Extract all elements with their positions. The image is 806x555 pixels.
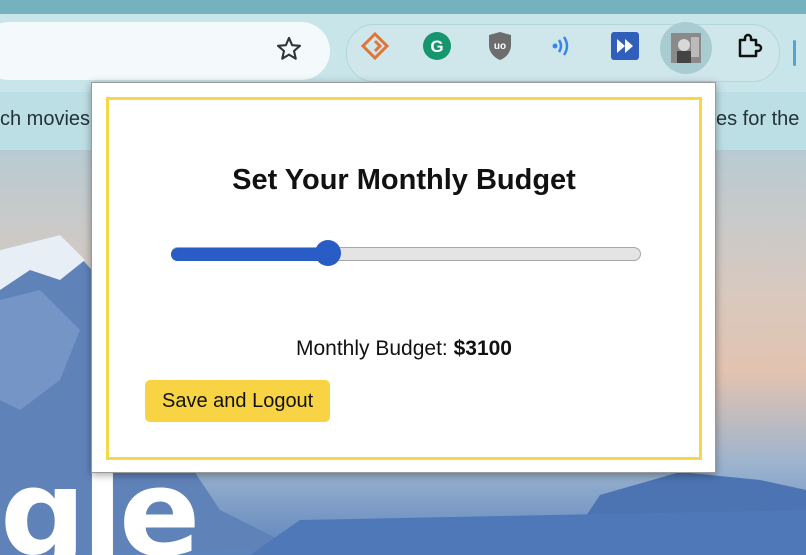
grammarly-icon[interactable]: G: [419, 28, 455, 64]
diamond-extension-icon[interactable]: [357, 28, 393, 64]
monthly-budget-display: Monthly Budget: $3100: [109, 337, 699, 361]
bookmark-star-icon[interactable]: [275, 35, 303, 63]
popup-title: Set Your Monthly Budget: [232, 164, 576, 196]
extension-popup: Set Your Monthly Budget Monthly Budget: …: [91, 82, 716, 473]
bookmark-right[interactable]: es for the: [716, 108, 799, 131]
ublock-icon[interactable]: uo: [482, 28, 518, 64]
profile-photo-icon[interactable]: [660, 22, 712, 74]
audio-waves-icon[interactable]: [543, 28, 579, 64]
toolbar-divider: [793, 40, 796, 66]
fast-forward-icon[interactable]: [607, 28, 643, 64]
puzzle-extensions-icon[interactable]: [731, 28, 767, 64]
svg-text:uo: uo: [494, 41, 506, 52]
save-and-logout-button[interactable]: Save and Logout: [145, 380, 331, 422]
bookmark-left[interactable]: ch movies: [0, 108, 90, 131]
budget-value: $3100: [453, 337, 512, 360]
budget-label: Monthly Budget:: [295, 337, 448, 360]
window-top-bar: [0, 0, 806, 14]
budget-slider[interactable]: [171, 239, 641, 269]
svg-text:G: G: [430, 37, 443, 56]
slider-fill: [171, 248, 328, 261]
slider-thumb[interactable]: [314, 240, 341, 266]
budget-card: Set Your Monthly Budget Monthly Budget: …: [106, 97, 702, 460]
